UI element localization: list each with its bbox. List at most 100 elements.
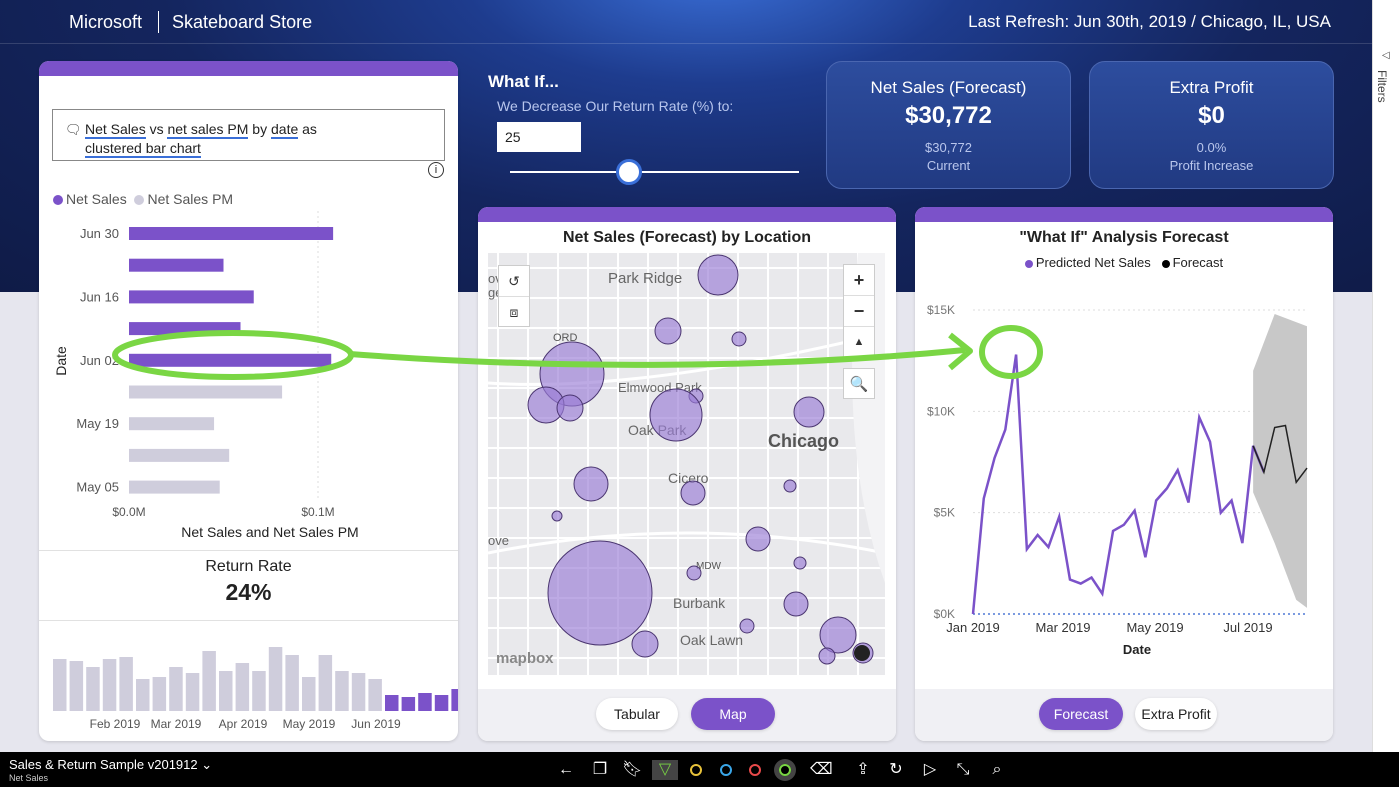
qa-card: 🗨 Net Sales vs net sales PM by date as c… <box>39 61 458 741</box>
kpi-subvalue: $30,772 <box>925 140 972 155</box>
info-icon[interactable]: i <box>428 162 444 178</box>
report-title[interactable]: Sales & Return Sample v201912 ⌄ <box>9 757 212 773</box>
bar <box>129 322 241 336</box>
exit-fullscreen-icon[interactable]: ⤡ <box>953 760 973 780</box>
bar <box>102 659 117 711</box>
map-bubble <box>819 616 857 654</box>
last-refresh: Last Refresh: Jun 30th, 2019 / Chicago, … <box>968 12 1331 31</box>
pen-yellow-icon[interactable] <box>690 764 702 776</box>
map-bubble <box>686 565 702 581</box>
x-tick-label: $0.1M <box>301 505 334 519</box>
bar <box>385 695 399 711</box>
tab-forecast[interactable]: Forecast <box>1039 698 1123 730</box>
return-rate-chart: Feb 2019 Mar 2019 Apr 2019 May 2019 Jun 2019 <box>53 647 458 731</box>
search-icon[interactable]: ⌕ <box>987 760 1007 780</box>
forecast-title: "What If" Analysis Forecast <box>1019 229 1229 246</box>
map-tools[interactable]: ↺ ⧈ <box>498 265 530 327</box>
map-bubble <box>793 396 825 428</box>
collapse-arrow-icon[interactable]: ◁ <box>1382 50 1390 61</box>
bar <box>302 677 316 711</box>
pages-icon[interactable]: ❐ <box>590 760 610 780</box>
zoom-out-icon[interactable]: − <box>844 296 874 327</box>
bar <box>219 671 233 711</box>
refresh-icon[interactable]: ↻ <box>886 760 906 780</box>
x-tick-label: Apr 2019 <box>219 717 268 731</box>
lasso-icon[interactable]: ↺ <box>499 266 529 297</box>
share-icon[interactable]: ⇪ <box>853 760 873 780</box>
bar <box>401 697 416 711</box>
bar <box>129 448 230 462</box>
bar <box>318 655 333 711</box>
bar <box>235 663 250 711</box>
back-icon[interactable]: ← <box>556 760 576 780</box>
rect-select-icon[interactable]: ⧈ <box>499 297 529 327</box>
kpi-subvalue: 0.0% <box>1196 140 1227 155</box>
magnify-icon[interactable]: 🔍 <box>843 368 875 399</box>
x-tick-label: Feb 2019 <box>90 717 141 731</box>
return-rate-input[interactable] <box>497 122 581 152</box>
bar <box>252 671 266 711</box>
map-zoom-controls[interactable]: + − ▲ <box>843 264 875 358</box>
compass-icon[interactable]: ▲ <box>844 327 874 357</box>
map-bubble <box>739 618 755 634</box>
filters-label[interactable]: Filters <box>1375 70 1389 103</box>
brand-name: Microsoft <box>69 12 143 32</box>
kpi-value: $0 <box>1198 102 1225 129</box>
x-tick-label: Jan 2019 <box>946 620 1000 635</box>
kpi-extra-profit: Extra Profit $0 0.0% Profit Increase <box>1089 61 1334 189</box>
qa-text: as <box>298 121 317 137</box>
pen-red-icon[interactable] <box>749 764 761 776</box>
bar <box>129 353 332 367</box>
bar <box>368 679 382 711</box>
bar-legend: Net Sales Net Sales PM <box>53 191 233 207</box>
speech-bubble-icon: 🗨 <box>65 122 82 137</box>
kpi-sublabel: Profit Increase <box>1169 158 1254 173</box>
card-accent <box>915 207 1333 222</box>
forecast-line-chart: $0K $5K $10K $15K Jan 2019 Mar 2019 May 2019 Ju… <box>927 303 1308 657</box>
qa-term-net-sales-pm: net sales PM <box>167 121 249 139</box>
eraser-icon[interactable]: ⌫ <box>810 760 833 780</box>
highlighter-icon[interactable]: ▽ <box>652 760 678 780</box>
x-tick-label: Jul 2019 <box>1223 620 1272 635</box>
whatif-subtitle: We Decrease Our Return Rate (%) to: <box>497 98 734 114</box>
map-place-label: Burbank <box>673 595 726 611</box>
slider-handle[interactable] <box>616 159 642 185</box>
report-page-name: Net Sales <box>9 773 49 783</box>
tab-tabular[interactable]: Tabular <box>596 698 678 730</box>
bar <box>129 417 215 431</box>
legend-net-sales: Net Sales <box>66 191 127 207</box>
y-tick-label: May 19 <box>76 416 119 431</box>
pen-green-icon[interactable] <box>779 764 791 776</box>
y-tick-label: Jun 30 <box>80 226 119 241</box>
pen-blue-icon[interactable] <box>720 764 732 776</box>
bar <box>451 689 458 711</box>
x-tick-label: May 2019 <box>1126 620 1183 635</box>
present-icon[interactable]: ▷ <box>920 760 940 780</box>
filters-pane[interactable]: ◁ Filters <box>1372 0 1399 752</box>
tab-map[interactable]: Map <box>691 698 775 730</box>
map-bubble <box>793 556 807 570</box>
bookmark-icon[interactable]: 🔖︎ <box>622 760 642 780</box>
map-card: Net Sales (Forecast) by Location Park Ri… <box>478 207 896 741</box>
divider <box>39 550 458 551</box>
zoom-in-icon[interactable]: + <box>844 265 874 296</box>
bar <box>136 679 150 711</box>
bar <box>268 647 283 711</box>
tab-extra-profit[interactable]: Extra Profit <box>1135 698 1217 730</box>
chevron-down-icon[interactable]: ⌄ <box>201 757 212 772</box>
bar <box>335 671 349 711</box>
divider <box>39 620 458 621</box>
qa-text: vs <box>145 121 168 137</box>
map-bubble <box>573 466 609 502</box>
forecast-footer <box>915 689 1333 741</box>
x-tick-label: Mar 2019 <box>1036 620 1091 635</box>
legend-swatch <box>1024 260 1033 268</box>
qa-input[interactable]: 🗨 Net Sales vs net sales PM by date as c… <box>52 109 445 161</box>
location-map[interactable]: Park RidgeORDElmwood ParkOak ParkChicago… <box>488 253 885 675</box>
kpi-value: $30,772 <box>905 102 992 129</box>
taskbar: Sales & Return Sample v201912 ⌄ Net Sale… <box>0 752 1399 787</box>
legend-forecast: Forecast <box>1172 255 1224 270</box>
return-rate-slider[interactable] <box>510 171 799 173</box>
map-bubble <box>731 331 747 347</box>
map-background <box>488 253 885 675</box>
